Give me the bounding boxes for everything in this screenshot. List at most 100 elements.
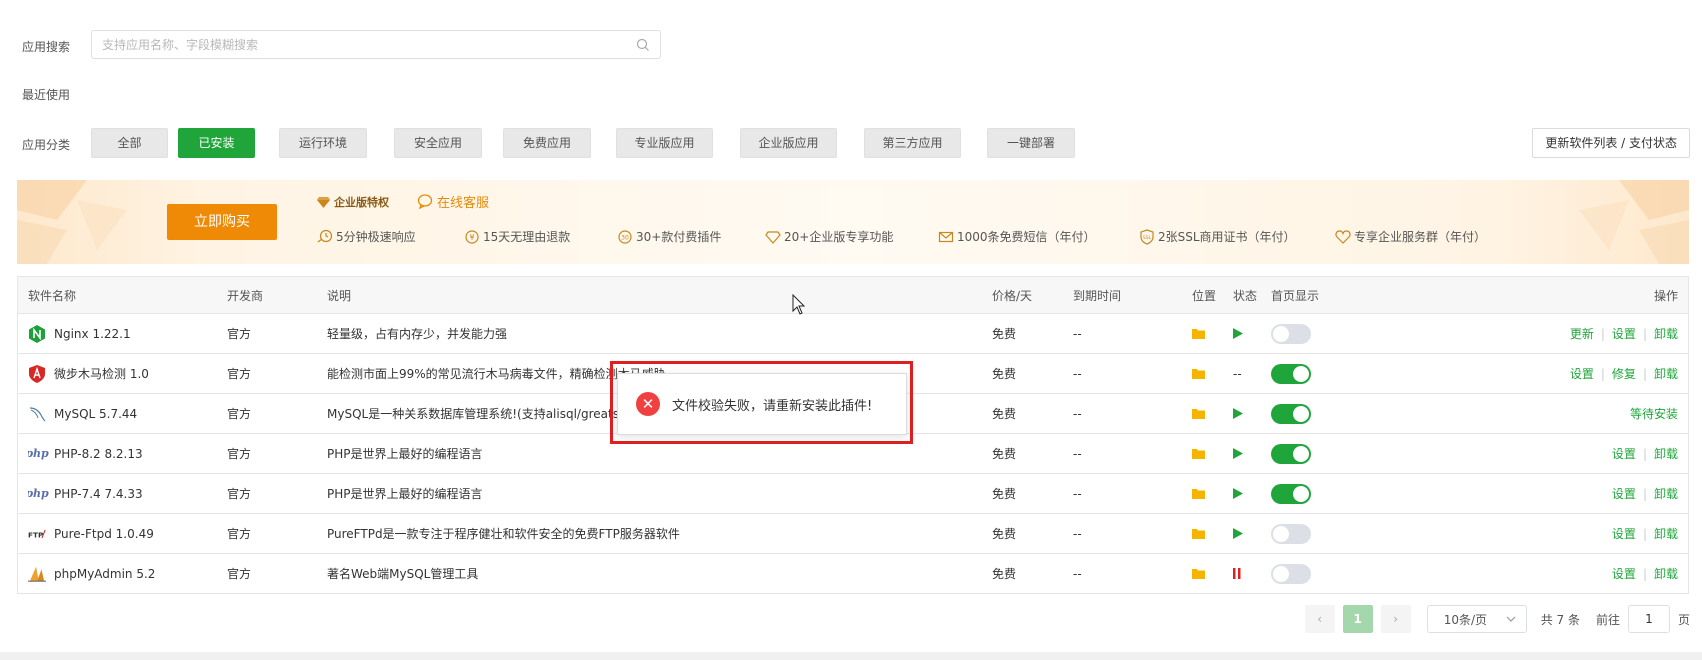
folder-icon[interactable] bbox=[1192, 448, 1205, 459]
software-name[interactable]: MySQL 5.7.44 bbox=[54, 407, 137, 421]
op-link[interactable]: 设置 bbox=[1570, 365, 1594, 382]
software-name[interactable]: phpMyAdmin 5.2 bbox=[54, 567, 155, 581]
software-name[interactable]: Pure-Ftpd 1.0.49 bbox=[54, 527, 154, 541]
cell-home-display bbox=[1271, 474, 1311, 513]
cell-location bbox=[1192, 514, 1205, 553]
op-link[interactable]: 卸载 bbox=[1654, 485, 1678, 502]
category-tab-4[interactable]: 免费应用 bbox=[503, 128, 591, 158]
category-tab-2[interactable]: 运行环境 bbox=[279, 128, 367, 158]
php-logo-text: php bbox=[28, 447, 49, 460]
cell-price: 免费 bbox=[992, 367, 1017, 381]
op-separator: | bbox=[1642, 446, 1647, 461]
folder-icon[interactable] bbox=[1192, 488, 1205, 499]
header-home-display: 首页显示 bbox=[1271, 288, 1320, 303]
op-link[interactable]: 设置 bbox=[1612, 525, 1636, 542]
page-size-select[interactable]: 10条/页 bbox=[1426, 605, 1527, 633]
folder-icon[interactable] bbox=[1192, 568, 1205, 579]
feature-item-2: 30 30+款付费插件 bbox=[617, 228, 721, 245]
category-tab-5[interactable]: 专业版应用 bbox=[616, 128, 713, 158]
feature-label: 20+企业版专享功能 bbox=[784, 230, 894, 244]
home-display-toggle[interactable] bbox=[1271, 403, 1311, 424]
running-play-icon[interactable] bbox=[1233, 408, 1243, 419]
op-link[interactable]: 设置 bbox=[1612, 485, 1636, 502]
next-page-button[interactable]: › bbox=[1380, 605, 1411, 633]
cell-expire: -- bbox=[1073, 566, 1082, 581]
cell-operations: 设置 | 卸载 bbox=[1612, 434, 1678, 473]
buy-now-button[interactable]: 立即购买 bbox=[167, 204, 277, 240]
running-play-icon[interactable] bbox=[1233, 448, 1243, 459]
folder-icon[interactable] bbox=[1192, 368, 1205, 379]
goto-page-input[interactable]: 1 bbox=[1627, 605, 1670, 633]
home-display-toggle[interactable] bbox=[1271, 443, 1311, 464]
prev-page-button[interactable]: ‹ bbox=[1304, 605, 1335, 633]
op-link[interactable]: 修复 bbox=[1612, 365, 1636, 382]
op-separator: | bbox=[1600, 366, 1605, 381]
op-link[interactable]: 卸载 bbox=[1654, 525, 1678, 542]
header-developer: 开发商 bbox=[227, 288, 264, 303]
cell-name: phpMyAdmin 5.2 bbox=[28, 554, 218, 593]
plugin-icon: 30 bbox=[617, 229, 633, 245]
cell-status bbox=[1233, 514, 1243, 553]
op-link[interactable]: 设置 bbox=[1612, 445, 1636, 462]
op-separator: | bbox=[1642, 326, 1647, 341]
cell-home-display bbox=[1271, 554, 1311, 593]
running-play-icon[interactable] bbox=[1233, 528, 1243, 539]
op-link[interactable]: 设置 bbox=[1612, 565, 1636, 582]
op-link[interactable]: 卸载 bbox=[1654, 325, 1678, 342]
cell-home-display bbox=[1271, 354, 1311, 393]
category-tab-0[interactable]: 全部 bbox=[91, 128, 168, 158]
running-play-icon[interactable] bbox=[1233, 488, 1243, 499]
home-display-toggle[interactable] bbox=[1271, 523, 1311, 544]
search-box[interactable] bbox=[91, 30, 661, 59]
toggle-knob bbox=[1293, 485, 1309, 502]
op-link[interactable]: 设置 bbox=[1612, 325, 1636, 342]
op-link[interactable]: 等待安装 bbox=[1630, 405, 1678, 422]
online-service-label[interactable]: 在线客服 bbox=[437, 192, 489, 211]
cell-expire: -- bbox=[1073, 446, 1082, 461]
stopped-pause-icon[interactable] bbox=[1233, 568, 1241, 579]
home-display-toggle[interactable] bbox=[1271, 363, 1311, 384]
home-display-toggle[interactable] bbox=[1271, 323, 1311, 344]
home-display-toggle[interactable] bbox=[1271, 483, 1311, 504]
software-name[interactable]: PHP-8.2 8.2.13 bbox=[54, 447, 143, 461]
error-toast: ✕ 文件校验失败，请重新安装此插件! bbox=[617, 373, 907, 435]
header-price: 价格/天 bbox=[992, 288, 1033, 303]
folder-icon[interactable] bbox=[1192, 328, 1205, 339]
software-name[interactable]: 微步木马检测 1.0 bbox=[54, 365, 149, 382]
op-link[interactable]: 更新 bbox=[1570, 325, 1594, 342]
op-link[interactable]: 卸载 bbox=[1654, 365, 1678, 382]
home-display-toggle[interactable] bbox=[1271, 563, 1311, 584]
page-number-current[interactable]: 1 bbox=[1342, 605, 1373, 633]
op-link[interactable]: 卸载 bbox=[1654, 565, 1678, 582]
cell-location bbox=[1192, 474, 1205, 513]
phpmyadmin-icon bbox=[28, 565, 46, 583]
svg-text:¥: ¥ bbox=[469, 233, 474, 242]
folder-icon[interactable] bbox=[1192, 408, 1205, 419]
cell-name: Nginx 1.22.1 bbox=[28, 314, 218, 353]
cell-status bbox=[1233, 394, 1243, 433]
folder-icon[interactable] bbox=[1192, 528, 1205, 539]
running-play-icon[interactable] bbox=[1233, 328, 1243, 339]
online-service-link[interactable]: 在线客服 bbox=[417, 192, 489, 211]
fast-response-icon bbox=[317, 229, 333, 245]
cell-home-display bbox=[1271, 514, 1311, 553]
category-tab-7[interactable]: 第三方应用 bbox=[864, 128, 961, 158]
software-name[interactable]: Nginx 1.22.1 bbox=[54, 327, 131, 341]
op-link[interactable]: 卸载 bbox=[1654, 445, 1678, 462]
search-icon[interactable] bbox=[636, 38, 650, 52]
refresh-software-list-button[interactable]: 更新软件列表 / 支付状态 bbox=[1532, 128, 1690, 158]
category-tab-3[interactable]: 安全应用 bbox=[394, 128, 482, 158]
enterprise-banner: 立即购买 企业版特权 在线客服 5分钟极速响应 ¥15天无理由退款 30 30+款付费… bbox=[17, 180, 1689, 264]
pagination: ‹ 1 › 10条/页 共 7 条 前往 1 页 bbox=[1304, 604, 1690, 634]
chat-icon bbox=[417, 194, 433, 209]
cell-status bbox=[1233, 314, 1243, 353]
table-row: FTP Pure-Ftpd 1.0.49 官方 PureFTPd是一款专注于程序健壮和… bbox=[18, 514, 1688, 554]
cell-status bbox=[1233, 434, 1243, 473]
category-tab-8[interactable]: 一键部署 bbox=[987, 128, 1075, 158]
mysql-icon bbox=[28, 405, 46, 423]
search-input[interactable] bbox=[92, 31, 612, 58]
software-name[interactable]: PHP-7.4 7.4.33 bbox=[54, 487, 143, 501]
cell-developer: 官方 bbox=[227, 407, 252, 421]
category-tab-6[interactable]: 企业版应用 bbox=[740, 128, 837, 158]
category-tab-1[interactable]: 已安装 bbox=[178, 128, 255, 158]
